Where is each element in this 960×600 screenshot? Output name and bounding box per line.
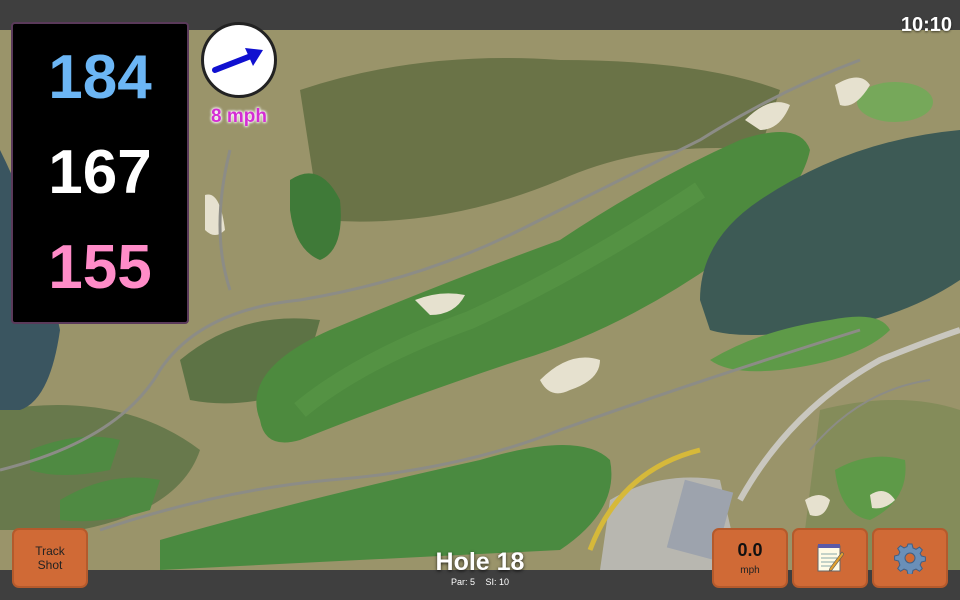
distance-panel: 184 167 155	[11, 22, 189, 324]
hole-info: Par: 5 SI: 10	[380, 577, 580, 587]
speed-value: 0.0	[737, 540, 763, 560]
wind-direction-arrow-icon	[212, 48, 263, 73]
track-shot-button[interactable]: Track Shot	[12, 528, 88, 588]
clock-time: 10:10	[900, 14, 952, 36]
hole-stroke-index: SI: 10	[485, 577, 510, 587]
wind-indicator	[201, 22, 277, 98]
speed-button[interactable]: 0.0 mph	[712, 528, 788, 588]
speed-unit: mph	[740, 565, 760, 576]
hole-title: Hole 18	[435, 548, 525, 576]
settings-button[interactable]	[872, 528, 948, 588]
distance-middle: 167	[48, 137, 152, 207]
track-shot-label-line1: Track	[35, 544, 65, 558]
notes-button[interactable]	[792, 528, 868, 588]
gear-icon	[894, 543, 926, 574]
wind-speed-label: 8 mph	[211, 106, 267, 127]
notepad-icon	[817, 544, 844, 572]
track-shot-label-line2: Shot	[37, 558, 63, 572]
hole-par: Par: 5	[450, 577, 475, 587]
distance-back: 184	[48, 42, 152, 112]
distance-front: 155	[48, 233, 152, 303]
